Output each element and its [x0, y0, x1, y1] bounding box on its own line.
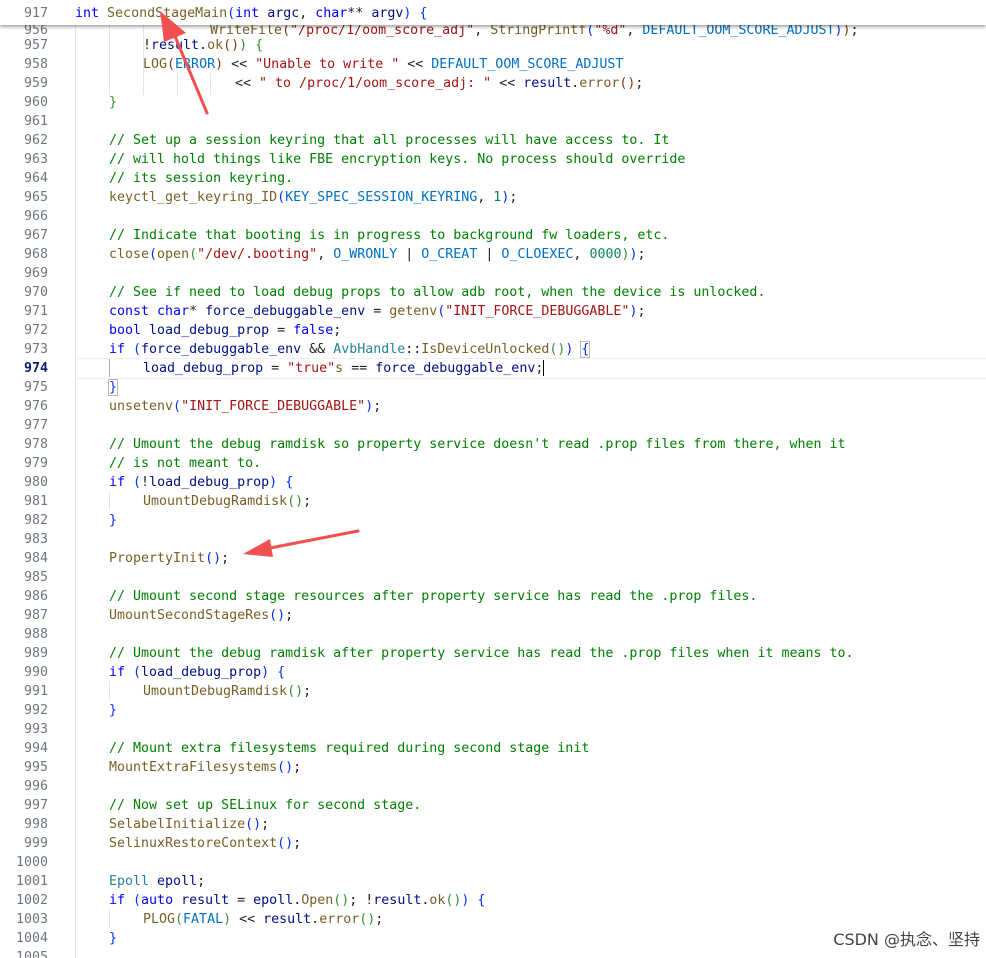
- arrow-to-property-init: [243, 529, 360, 557]
- arrow-to-function-name: [160, 11, 209, 115]
- annotation-arrows: [160, 11, 360, 557]
- watermark: CSDN @执念、坚持: [833, 930, 980, 949]
